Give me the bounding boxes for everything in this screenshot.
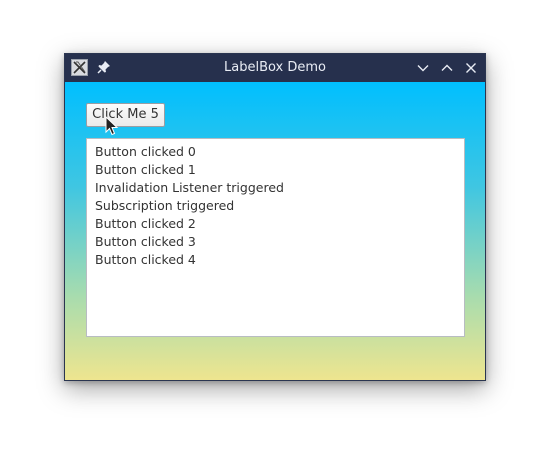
list-item: Button clicked 0 — [95, 144, 196, 159]
maximize-icon[interactable] — [439, 60, 455, 76]
mouse-cursor-icon — [105, 115, 119, 136]
app-window: LabelBox Demo Click Me 5 Button clicked … — [64, 53, 486, 381]
window-content: Click Me 5 Button clicked 0 Button click… — [65, 82, 485, 380]
list-item: Button clicked 2 — [95, 216, 196, 231]
app-icon[interactable] — [71, 59, 88, 76]
title-bar[interactable]: LabelBox Demo — [65, 54, 485, 82]
pin-icon[interactable] — [96, 59, 112, 75]
list-item: Invalidation Listener triggered — [95, 180, 284, 195]
list-item: Button clicked 4 — [95, 252, 196, 267]
minimize-icon[interactable] — [415, 60, 431, 76]
list-item: Button clicked 1 — [95, 162, 196, 177]
list-item: Subscription triggered — [95, 198, 235, 213]
label-list-box[interactable]: Button clicked 0 Button clicked 1 Invali… — [86, 138, 465, 337]
click-me-button[interactable]: Click Me 5 — [86, 103, 165, 127]
close-icon[interactable] — [463, 60, 479, 76]
list-item: Button clicked 3 — [95, 234, 196, 249]
